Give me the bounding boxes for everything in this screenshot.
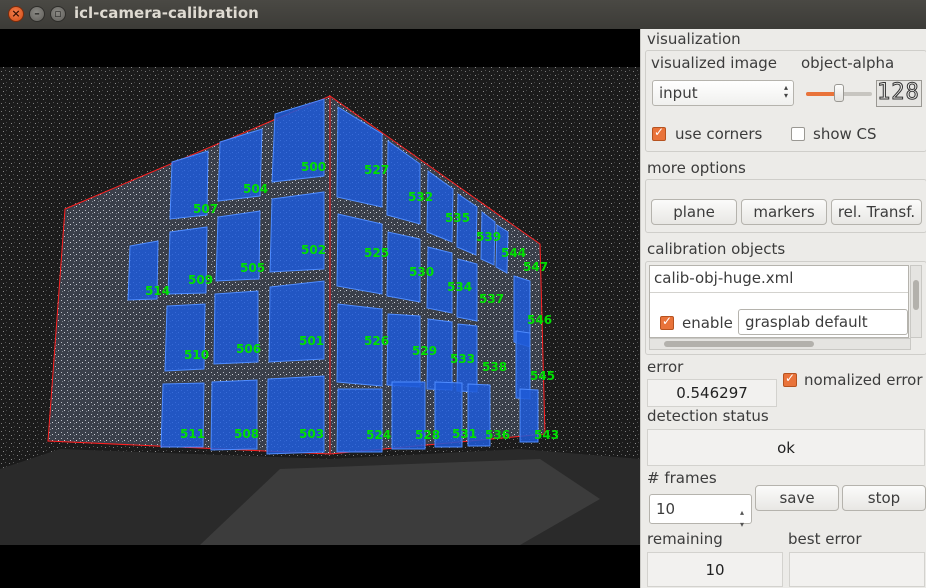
minimize-window-button[interactable]: – [29,6,45,22]
marker-label: 546 [527,313,553,327]
error-value: 0.546297 [647,379,777,407]
best-error-value [789,552,925,587]
marker-label: 529 [412,344,438,358]
title-bar: × – ▫ icl-camera-calibration [0,0,926,29]
frames-spinbox[interactable]: 10 ▴ ▾ [649,494,752,529]
marker-label: 533 [450,352,476,366]
marker-label: 514 [145,284,171,298]
marker-label: 505 [240,261,266,275]
markers-button[interactable]: markers [741,199,827,225]
list-divider [650,292,908,293]
normalized-error-checkbox[interactable] [783,371,797,387]
detection-status-value: ok [647,429,925,466]
marker-label: 534 [447,280,473,294]
marker-label: 530 [409,265,435,279]
marker-label: 545 [530,369,556,383]
calibration-objects-list[interactable]: calib-obj-huge.xml enable grasplab defau… [649,265,909,338]
remaining-value: 10 [647,552,783,587]
marker-label: 537 [479,292,505,306]
marker-label: 547 [523,260,549,274]
stop-button[interactable]: stop [842,485,926,511]
visualized-image-value: input [659,84,698,102]
save-button[interactable]: save [755,485,839,511]
marker-label: 510 [184,348,210,362]
marker-label: 524 [366,428,392,442]
marker-label: 501 [299,334,325,348]
spin-down-icon[interactable]: ▾ [735,511,749,539]
visualization-section-label: visualization [647,30,741,48]
preset-value: grasplab default [745,313,868,331]
camera-image [0,67,640,545]
close-window-button[interactable]: × [8,6,24,22]
object-alpha-label: object-alpha [801,54,895,72]
marker-label: 535 [445,211,471,225]
minimize-icon: – [34,7,40,20]
marker-label: 538 [482,360,508,374]
marker-label: 528 [415,428,441,442]
calibration-objects-label: calibration objects [647,240,786,258]
updown-arrows-icon: ▴ ▾ [783,83,788,100]
normalized-error-label: nomalized error [804,371,923,389]
maximize-window-button[interactable]: ▫ [50,6,66,22]
alpha-lcd-display: 128 [876,80,922,107]
show-cs-label: show CS [813,125,877,143]
preset-select[interactable]: grasplab default [738,309,908,335]
marker-label: 532 [408,190,434,204]
enable-label: enable [682,314,733,332]
marker-label: 508 [234,427,260,441]
marker-label: 526 [364,334,390,348]
camera-view[interactable]: 500 527 504 532 507 535 539 544 547 502 … [0,29,640,588]
frames-value: 10 [656,500,676,518]
show-cs-checkbox[interactable] [791,127,805,141]
marker-label: 511 [180,427,206,441]
horizontal-scrollbar[interactable] [649,338,911,350]
horizontal-scrollbar-thumb[interactable] [664,341,814,347]
marker-label: 536 [485,428,511,442]
window-title: icl-camera-calibration [74,4,259,22]
use-corners-label: use corners [675,125,763,143]
marker-label: 531 [452,427,478,441]
best-error-label: best error [788,530,862,548]
marker-label: 527 [364,163,390,177]
marker-label: 509 [188,273,214,287]
marker-label: 504 [243,182,269,196]
use-corners-checkbox[interactable] [652,125,666,141]
marker-label: 507 [193,202,219,216]
alpha-slider-handle[interactable] [834,84,844,102]
marker-label: 503 [299,427,325,441]
more-options-label: more options [647,159,746,177]
enable-checkbox[interactable] [660,314,674,330]
marker-label: 525 [364,246,390,260]
vertical-scrollbar-thumb[interactable] [913,280,919,310]
visualized-image-select[interactable]: input ▴ ▾ [652,80,794,106]
control-panel: visualization visualized image object-al… [640,29,926,588]
maximize-icon: ▫ [54,7,62,20]
marker-label: 500 [301,160,327,174]
vertical-scrollbar[interactable] [910,265,922,338]
visualized-image-label: visualized image [651,54,778,72]
marker-label: 544 [501,246,527,260]
detection-status-label: detection status [647,407,769,425]
close-icon: × [11,7,21,20]
calibration-file-label: calib-obj-huge.xml [654,269,794,287]
marker-label: 506 [236,342,262,356]
rel-transf-button[interactable]: rel. Transf. [831,199,922,225]
frames-label: # frames [647,469,717,487]
marker-label: 539 [476,230,502,244]
marker-label: 543 [534,428,560,442]
marker-label: 502 [301,243,327,257]
plane-button[interactable]: plane [651,199,737,225]
remaining-label: remaining [647,530,723,548]
error-label: error [647,358,684,376]
